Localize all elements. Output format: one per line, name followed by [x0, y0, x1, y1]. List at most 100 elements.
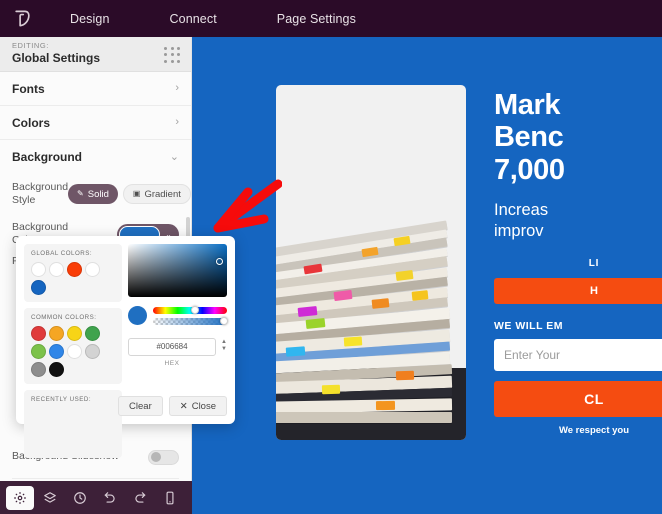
pencil-icon: ✎	[77, 189, 84, 199]
hero-image[interactable]	[276, 85, 466, 440]
hex-label: HEX	[164, 359, 180, 367]
close-button-label: Close	[191, 400, 216, 412]
background-style-label: Background Style	[12, 181, 69, 207]
top-navigation: Design Connect Page Settings	[44, 12, 372, 26]
global-color-swatch-1[interactable]	[49, 262, 64, 277]
common-color-swatch-0[interactable]	[31, 326, 46, 341]
bottom-toolbar	[0, 481, 192, 514]
app-root: Design Connect Page Settings Mark Benc 7…	[0, 0, 662, 514]
clear-button[interactable]: Clear	[118, 396, 163, 416]
hero-privacy-note: We respect you	[558, 424, 630, 436]
recently-used-caption: RECENTLY USED:	[31, 396, 92, 403]
common-color-swatch-3[interactable]	[85, 326, 100, 341]
common-color-swatch-2[interactable]	[67, 326, 82, 341]
global-color-swatch-4[interactable]	[31, 280, 46, 295]
nav-design[interactable]: Design	[54, 12, 126, 26]
common-color-swatch-4[interactable]	[31, 344, 46, 359]
global-color-swatch-2[interactable]	[67, 262, 82, 277]
gradient-swatch-icon: ▣	[132, 189, 141, 199]
saturation-handle[interactable]	[216, 258, 223, 265]
layers-icon[interactable]	[36, 486, 64, 510]
color-picker-controls: HEX ▲ ▼	[128, 244, 229, 367]
global-color-swatch-0[interactable]	[31, 262, 46, 277]
background-style-gradient-label: Gradient	[144, 188, 181, 200]
nav-connect[interactable]: Connect	[154, 12, 233, 26]
color-preview-dot	[128, 306, 147, 325]
leaf-logo-icon	[14, 10, 30, 27]
hue-slider[interactable]	[153, 306, 227, 314]
saturation-value-area[interactable]	[128, 244, 227, 297]
chevron-up-icon: ▲	[221, 339, 227, 345]
alpha-slider[interactable]	[153, 317, 229, 325]
sidebar-item-background-label: Background	[12, 150, 83, 164]
top-bar: Design Connect Page Settings	[0, 0, 662, 37]
undo-icon[interactable]	[96, 486, 124, 510]
chevron-right-icon: ›	[175, 116, 179, 128]
redo-icon[interactable]	[126, 486, 154, 510]
hero-form-label: WE WILL EM	[494, 319, 563, 332]
revision-history-icon[interactable]	[66, 486, 94, 510]
settings-gear-icon[interactable]	[6, 485, 34, 510]
hero-kicker: LI	[588, 257, 600, 269]
chevron-right-icon: ›	[175, 82, 179, 94]
hex-field-row: HEX ▲ ▼	[128, 336, 227, 367]
color-picker-swatch-column: GLOBAL COLORS: COMMON COLORS: RECENTLY U…	[24, 244, 122, 458]
background-style-options: ✎ Solid ▣ Gradient	[68, 184, 191, 205]
common-color-swatch-5[interactable]	[49, 344, 64, 359]
background-style-solid-label: Solid	[87, 188, 109, 200]
background-style-gradient-option[interactable]: ▣ Gradient	[122, 184, 191, 205]
background-style-row: Background Style ✎ Solid ▣ Gradient	[0, 174, 191, 214]
common-colors-group: COMMON COLORS:	[24, 308, 122, 384]
sidebar-item-colors[interactable]: Colors ›	[0, 106, 191, 140]
common-color-swatch-8[interactable]	[31, 362, 46, 377]
sidebar-item-colors-label: Colors	[12, 115, 51, 130]
editing-header: EDITING: Global Settings	[0, 37, 191, 72]
background-style-solid-option[interactable]: ✎ Solid	[68, 184, 118, 205]
hero-secondary-button[interactable]: H	[494, 277, 662, 304]
common-color-swatch-6[interactable]	[67, 344, 82, 359]
mobile-preview-icon[interactable]	[156, 486, 184, 510]
global-color-swatch-3[interactable]	[85, 262, 100, 277]
hero-copy: Mark Benc 7,000 Increas improv LI H WE W…	[494, 89, 662, 436]
common-color-swatch-7[interactable]	[85, 344, 100, 359]
hero-email-input[interactable]: Enter Your	[494, 338, 662, 371]
global-colors-group: GLOBAL COLORS:	[24, 244, 122, 302]
hero-subheading-line-2: improv	[494, 222, 544, 241]
common-colors-swatches	[31, 326, 115, 377]
background-slideshow-toggle[interactable]	[148, 449, 179, 465]
sidebar-divider	[12, 477, 179, 479]
sidebar-item-fonts-label: Fonts	[12, 81, 45, 96]
page-title: Global Settings	[12, 51, 101, 65]
hex-input[interactable]	[128, 337, 217, 356]
global-colors-swatches	[31, 262, 115, 295]
hero-heading-line-2: Benc	[494, 121, 564, 154]
common-color-swatch-1[interactable]	[49, 326, 64, 341]
close-button[interactable]: ✕ Close	[168, 396, 227, 416]
magazine-stack-illustration	[276, 85, 466, 440]
hex-field-wrap: HEX	[128, 336, 217, 367]
color-picker-actions: Clear ✕ Close	[118, 396, 227, 416]
color-format-stepper[interactable]: ▲ ▼	[221, 336, 227, 352]
nav-page-settings[interactable]: Page Settings	[261, 12, 372, 26]
slider-stack	[153, 306, 229, 325]
color-picker-popup[interactable]: GLOBAL COLORS: COMMON COLORS: RECENTLY U…	[16, 236, 235, 458]
hero-cta-button[interactable]: CL	[494, 380, 662, 417]
color-sliders	[128, 306, 229, 325]
clear-button-label: Clear	[129, 400, 152, 412]
chevron-down-icon: ▼	[221, 346, 227, 352]
sidebar-item-fonts[interactable]: Fonts ›	[0, 72, 191, 106]
preview-canvas[interactable]: Mark Benc 7,000 Increas improv LI H WE W…	[192, 37, 662, 514]
hero-heading-line-3: 7,000	[494, 153, 565, 186]
common-color-swatch-9[interactable]	[49, 362, 64, 377]
chevron-down-icon: ⌄	[169, 150, 179, 163]
hue-slider-handle[interactable]	[191, 306, 200, 314]
app-logo[interactable]	[0, 9, 44, 28]
alpha-slider-handle[interactable]	[220, 317, 229, 325]
grid-dots-icon[interactable]	[164, 47, 181, 64]
hero-heading-line-1: Mark	[494, 89, 561, 121]
editing-label: EDITING:	[12, 41, 49, 50]
sidebar-item-background[interactable]: Background ⌄	[0, 140, 191, 174]
x-icon: ✕	[179, 400, 188, 412]
hero-subheading-line-1: Increas	[494, 201, 549, 220]
recently-used-group: RECENTLY USED:	[24, 390, 122, 458]
